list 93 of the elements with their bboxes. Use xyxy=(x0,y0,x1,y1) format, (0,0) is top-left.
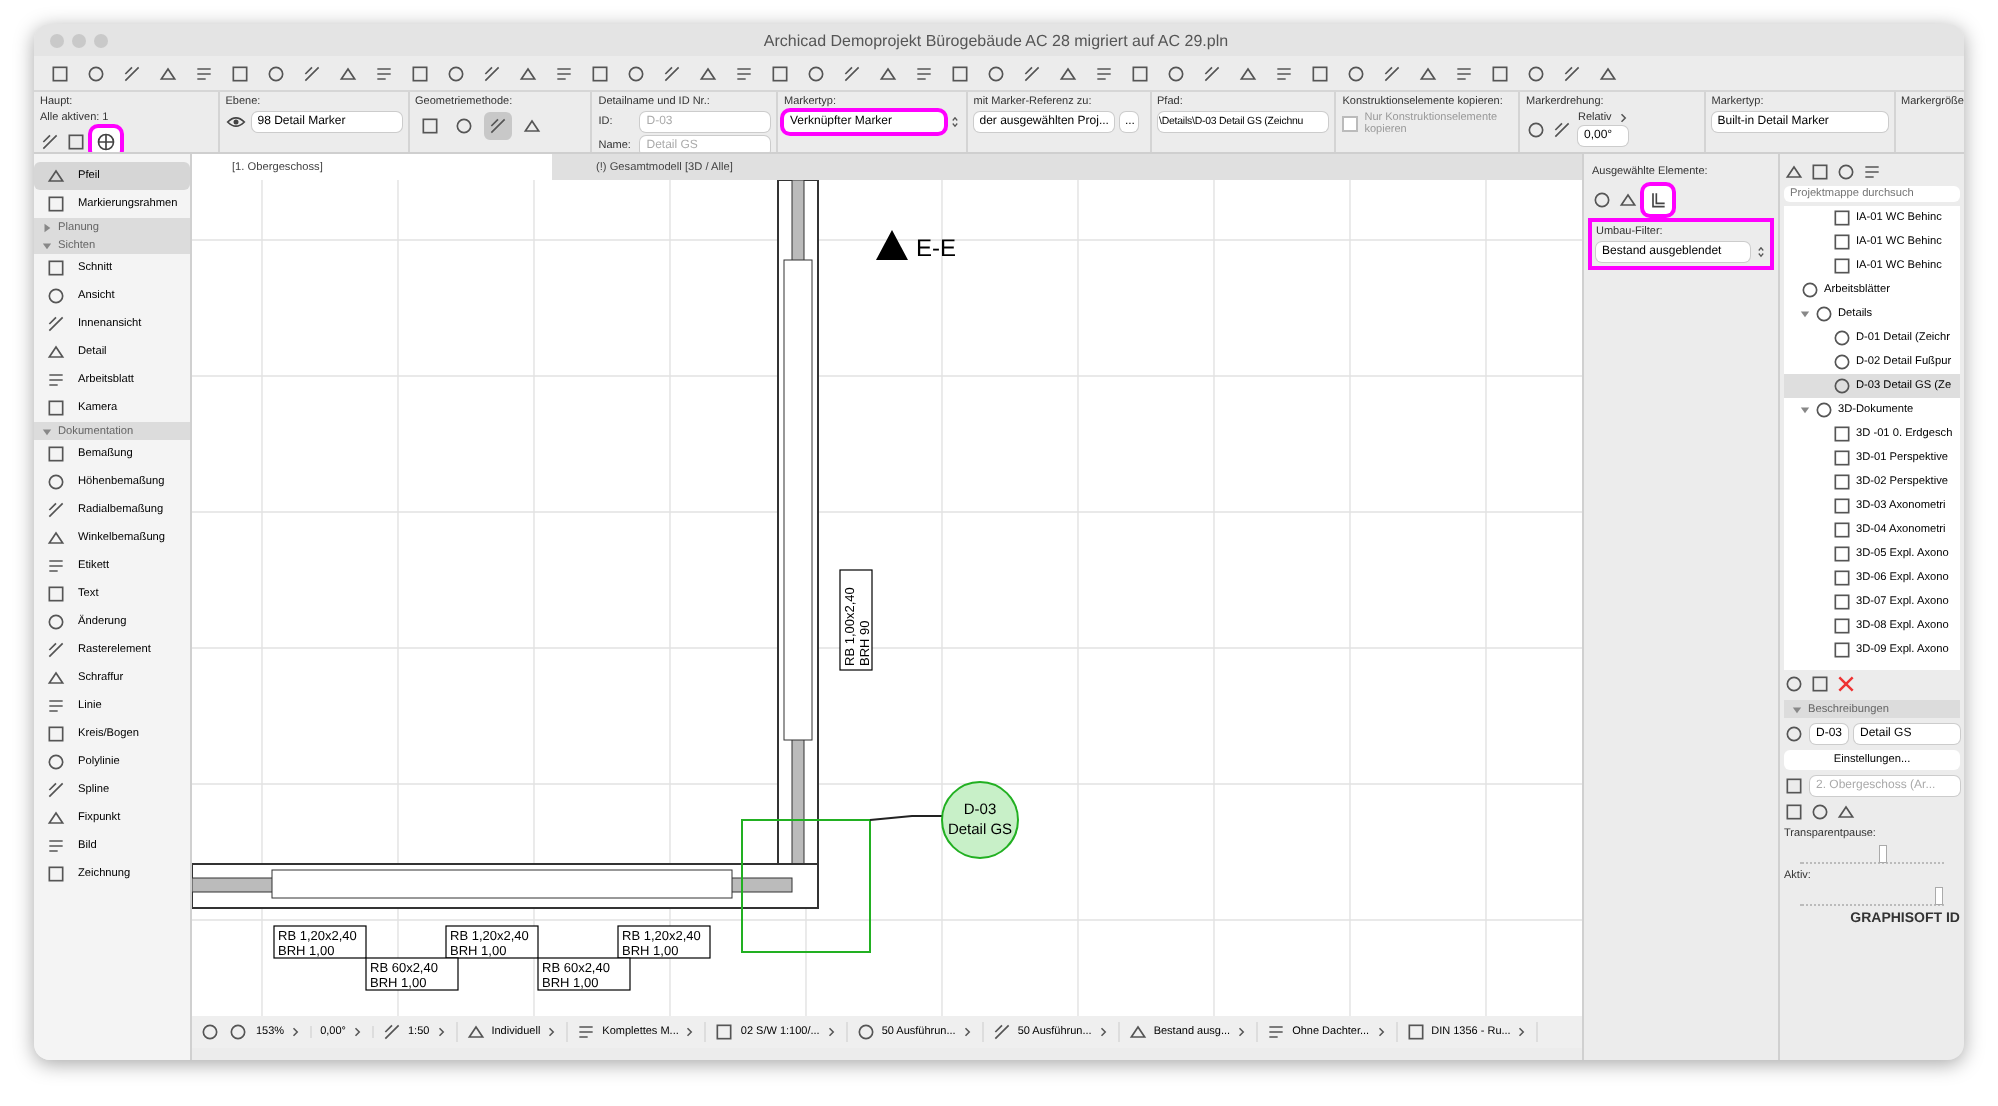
toolbar-icon[interactable] xyxy=(1202,63,1222,83)
toolbar-icon[interactable] xyxy=(518,63,538,83)
toolbar-icon[interactable] xyxy=(158,63,178,83)
tool-icon[interactable] xyxy=(46,342,66,362)
chevron-icon xyxy=(351,1026,362,1038)
toolbar-icon[interactable] xyxy=(1094,63,1114,83)
tool-icon[interactable] xyxy=(46,668,66,688)
detail-boundary xyxy=(741,819,871,953)
label-background xyxy=(365,957,459,991)
tool-icon[interactable] xyxy=(46,528,66,548)
status-icon[interactable] xyxy=(855,1022,876,1042)
tool-icon[interactable] xyxy=(46,640,66,660)
toolbar-icon[interactable] xyxy=(1382,63,1402,83)
chevron-icon xyxy=(684,1026,695,1038)
toolbar-icon[interactable] xyxy=(122,63,142,83)
status-icon[interactable] xyxy=(381,1022,402,1042)
toolbar-icon[interactable] xyxy=(1418,63,1438,83)
menu-icon[interactable] xyxy=(1862,162,1882,182)
toolbar-icon[interactable] xyxy=(914,63,934,83)
tool-icon[interactable] xyxy=(46,314,66,334)
detail-marker[interactable] xyxy=(941,781,1019,859)
toolbar-icon[interactable] xyxy=(1598,63,1618,83)
tool-icon[interactable] xyxy=(46,780,66,800)
status-icon[interactable] xyxy=(714,1022,735,1042)
detail-tool-button[interactable] xyxy=(92,128,120,152)
toolbar-icon[interactable] xyxy=(338,63,358,83)
status-icon[interactable] xyxy=(1405,1022,1426,1042)
expand-toggle[interactable] xyxy=(1800,404,1810,416)
expand-toggle[interactable] xyxy=(1800,308,1810,320)
toolbar-icon[interactable] xyxy=(878,63,898,83)
disclosure-triangle-icon xyxy=(42,425,52,437)
label-background xyxy=(273,925,367,959)
status-icon[interactable] xyxy=(1127,1022,1148,1042)
tool-icon[interactable] xyxy=(46,370,66,390)
window-title: Archicad Demoprojekt Bürogebäude AC 28 migriert auf AC 29.pln xyxy=(763,31,1229,49)
toolbar-icon[interactable] xyxy=(194,63,214,83)
chevron-icon xyxy=(961,1026,972,1038)
stepper-icon xyxy=(1756,246,1766,258)
label-background xyxy=(617,925,711,959)
frame-icon[interactable] xyxy=(66,132,86,152)
tool-icon[interactable] xyxy=(46,864,66,884)
tool-icon[interactable] xyxy=(46,808,66,828)
toolbar-icon[interactable] xyxy=(482,63,502,83)
tool-icon[interactable] xyxy=(46,696,66,716)
disclosure-triangle-icon xyxy=(1800,308,1810,320)
filter-button[interactable] xyxy=(1644,186,1672,214)
tool-icon[interactable] xyxy=(46,500,66,520)
status-icon[interactable] xyxy=(465,1022,486,1042)
toolbar-icon[interactable] xyxy=(1058,63,1078,83)
stepper-icon xyxy=(949,116,960,128)
toolbar-icon[interactable] xyxy=(1562,63,1582,83)
disclosure-triangle-icon xyxy=(1792,703,1802,715)
chevron-icon xyxy=(1375,1026,1386,1038)
eye-icon xyxy=(225,112,246,132)
chevron-icon xyxy=(1516,1026,1527,1038)
section-label: E-E xyxy=(916,234,957,262)
tool-icon[interactable] xyxy=(46,398,66,418)
toolbar-icon[interactable] xyxy=(1022,63,1042,83)
chevron-icon xyxy=(825,1026,836,1038)
toolbar-icon[interactable] xyxy=(734,63,754,83)
delete-icon[interactable] xyxy=(1836,674,1856,694)
status-icon[interactable] xyxy=(1266,1022,1287,1042)
checkbox[interactable] xyxy=(1342,116,1359,132)
toolbar-icon[interactable] xyxy=(1238,63,1258,83)
chevron-icon xyxy=(1617,112,1628,124)
tool-icon[interactable] xyxy=(46,836,66,856)
corner-lines-icon xyxy=(1648,190,1668,210)
crosshair-circle-icon xyxy=(96,132,116,152)
chevron-icon xyxy=(435,1026,446,1038)
toolbar-icon[interactable] xyxy=(662,63,682,83)
label-background xyxy=(839,569,873,671)
leader-line xyxy=(869,815,947,821)
toolbar-icon[interactable] xyxy=(842,63,862,83)
chevron-icon xyxy=(290,1026,301,1038)
tool-icon[interactable] xyxy=(46,556,66,576)
disclosure-triangle-icon xyxy=(1800,404,1810,416)
label-background xyxy=(445,925,539,959)
label-background xyxy=(537,957,631,991)
toolbar-icon[interactable] xyxy=(302,63,322,83)
slider-thumb[interactable] xyxy=(1936,888,1943,904)
toolbar-icon[interactable] xyxy=(698,63,718,83)
slider-thumb[interactable] xyxy=(1879,846,1886,862)
toolbar-icon[interactable] xyxy=(1454,63,1474,83)
toolbar-icon[interactable] xyxy=(374,63,394,83)
chevron-icon xyxy=(546,1026,557,1038)
chevron-icon xyxy=(1097,1026,1108,1038)
chevron-icon xyxy=(1236,1026,1247,1038)
toolbar-icon[interactable] xyxy=(1274,63,1294,83)
window-icon[interactable] xyxy=(1810,674,1830,694)
status-icon[interactable] xyxy=(991,1022,1012,1042)
section-marker-icon xyxy=(876,230,908,260)
status-icon[interactable] xyxy=(576,1022,597,1042)
toolbar-icon[interactable] xyxy=(554,63,574,83)
